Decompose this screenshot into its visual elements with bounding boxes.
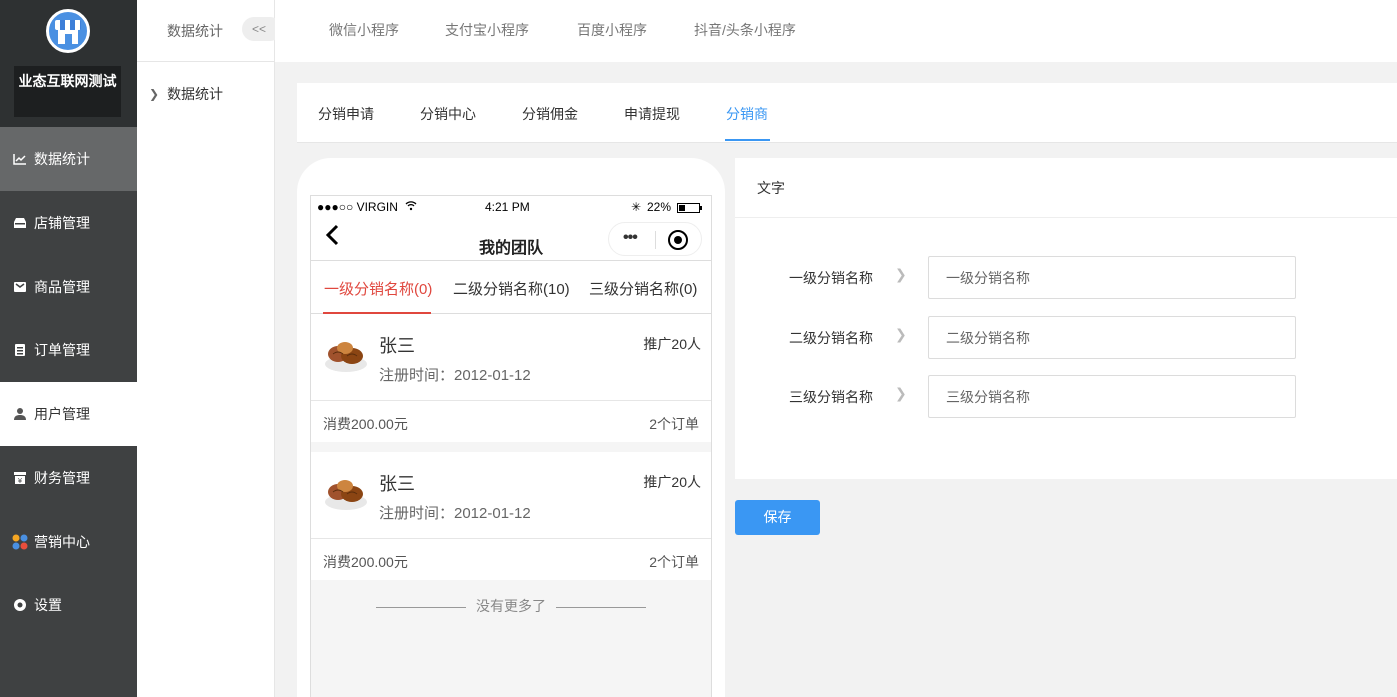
chevron-right-icon: ❯ (895, 326, 907, 342)
level-3-label: 三级分销名称 (789, 389, 873, 405)
tab-level-1[interactable]: 一级分销名称(0) (324, 278, 432, 299)
sidebar-item-users[interactable]: 用户管理 (0, 382, 137, 446)
order-icon (12, 342, 28, 358)
member-promo-count: 推广20人 (643, 336, 701, 352)
marketing-icon (12, 534, 28, 550)
tab-center[interactable]: 分销中心 (420, 104, 476, 124)
tab-alipay[interactable]: 支付宝小程序 (445, 20, 529, 40)
member-register-time: 注册时间：2012-01-12 (379, 505, 531, 522)
close-target-icon[interactable] (668, 230, 688, 250)
level-3-name-input[interactable] (928, 375, 1296, 418)
active-tab-indicator (725, 139, 770, 141)
sidebar-item-finance[interactable]: ¥ 财务管理 (0, 446, 137, 510)
goods-icon (12, 279, 28, 295)
tab-apply[interactable]: 分销申请 (318, 104, 374, 124)
phone-status-bar: ●●●○○ VIRGIN 4:21 PM ✳ 22% (311, 196, 711, 218)
user-icon (12, 406, 28, 422)
level-tabs: 一级分销名称(0) 二级分销名称(10) 三级分销名称(0) (311, 260, 711, 314)
level-name-form: 文字 一级分销名称 ❯ 二级分销名称 ❯ 三级分销名称 ❯ (735, 158, 1397, 479)
phone-screen: ●●●○○ VIRGIN 4:21 PM ✳ 22% 我的团队 ••• 一级分销… (310, 195, 712, 697)
distribution-tabs: 分销申请 分销中心 分销佣金 申请提现 分销商 (297, 83, 1397, 143)
member-spend: 消费200.00元 (323, 416, 408, 432)
form-header: 文字 (735, 158, 1397, 218)
tab-wechat[interactable]: 微信小程序 (329, 20, 399, 40)
team-member-card[interactable]: 张三 推广20人 注册时间：2012-01-12 消费200.00元 2个订单 (311, 314, 711, 442)
tab-withdraw[interactable]: 申请提现 (624, 104, 680, 124)
wifi-icon (405, 200, 417, 214)
form-row-level-2: 二级分销名称 ❯ (735, 316, 1397, 360)
member-promo-count: 推广20人 (643, 474, 701, 490)
member-register-time: 注册时间：2012-01-12 (379, 367, 531, 384)
tab-level-3[interactable]: 三级分销名称(0) (589, 278, 697, 299)
sidebar-item-store[interactable]: 店铺管理 (0, 191, 137, 255)
level-2-name-input[interactable] (928, 316, 1296, 359)
chart-icon (12, 151, 28, 167)
sidebar-item-goods[interactable]: 商品管理 (0, 255, 137, 319)
phone-preview: ●●●○○ VIRGIN 4:21 PM ✳ 22% 我的团队 ••• 一级分销… (297, 158, 725, 697)
level-1-name-input[interactable] (928, 256, 1296, 299)
member-avatar (323, 472, 369, 512)
form-row-level-3: 三级分销名称 ❯ (735, 375, 1397, 419)
form-row-level-1: 一级分销名称 ❯ (735, 256, 1397, 300)
store-icon (12, 215, 28, 231)
team-member-card[interactable]: 张三 推广20人 注册时间：2012-01-12 消费200.00元 2个订单 (311, 452, 711, 580)
status-time: 4:21 PM (485, 200, 530, 214)
member-spend: 消费200.00元 (323, 554, 408, 570)
more-dots-icon[interactable]: ••• (623, 229, 638, 247)
settings-icon (12, 597, 28, 613)
svg-text:¥: ¥ (18, 477, 23, 485)
chevron-right-icon: ❯ (149, 87, 160, 101)
tab-commission[interactable]: 分销佣金 (522, 104, 578, 124)
member-orders: 2个订单 (649, 554, 699, 570)
battery-icon (677, 202, 703, 216)
sidebar-item-settings[interactable]: 设置 (0, 573, 137, 637)
platform-tabs: 微信小程序 支付宝小程序 百度小程序 抖音/头条小程序 (275, 0, 1397, 62)
miniprogram-capsule[interactable]: ••• (608, 222, 702, 256)
level-1-label: 一级分销名称 (789, 270, 873, 286)
sidebar-item-marketing[interactable]: 营销中心 (0, 510, 137, 574)
member-avatar (323, 334, 369, 374)
member-name: 张三 (379, 336, 415, 356)
sidebar-item-orders[interactable]: 订单管理 (0, 318, 137, 382)
carrier-label: ●●●○○ VIRGIN (317, 200, 398, 214)
tab-distributor[interactable]: 分销商 (726, 104, 768, 124)
save-button[interactable]: 保存 (735, 500, 820, 535)
chevron-right-icon: ❯ (895, 385, 907, 401)
secondary-sidebar: 数据统计 << ❯ 数据统计 (137, 0, 282, 697)
store-logo-icon (46, 9, 90, 53)
sidebar-item-statistics[interactable]: 数据统计 (0, 127, 137, 191)
battery-percent: 22% (647, 200, 672, 214)
main-sidebar: 业态互联网测试 数据统计 店铺管理 商品管理 订单管理 用户管理 ¥ 财务管理 (0, 0, 137, 697)
secondary-item-statistics[interactable]: ❯ 数据统计 (149, 84, 223, 104)
phone-navbar: 我的团队 ••• (311, 218, 711, 260)
chevron-right-icon: ❯ (895, 266, 907, 282)
brand-name: 业态互联网测试 (14, 66, 121, 117)
finance-icon: ¥ (12, 470, 28, 486)
member-orders: 2个订单 (649, 416, 699, 432)
tab-douyin[interactable]: 抖音/头条小程序 (694, 20, 796, 40)
level-2-label: 二级分销名称 (789, 330, 873, 346)
tab-baidu[interactable]: 百度小程序 (577, 20, 647, 40)
tab-level-2[interactable]: 二级分销名称(10) (453, 278, 570, 299)
member-name: 张三 (379, 474, 415, 494)
no-more-text: 没有更多了 (311, 596, 711, 616)
bluetooth-icon: ✳ (631, 200, 642, 214)
